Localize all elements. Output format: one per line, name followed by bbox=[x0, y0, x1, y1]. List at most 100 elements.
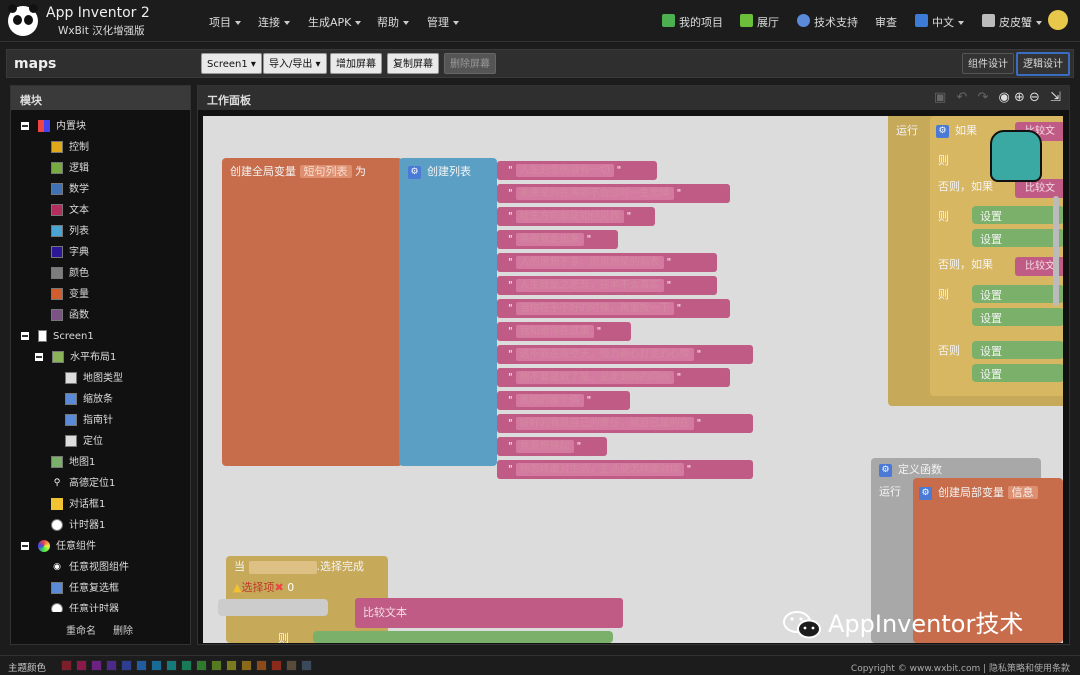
menu-help[interactable]: 帮助 bbox=[377, 14, 409, 30]
make-list-block[interactable] bbox=[399, 158, 497, 466]
screen-select-button[interactable]: Screen1 ▾ bbox=[201, 53, 262, 74]
theme-swatch[interactable] bbox=[181, 660, 192, 671]
tree-math[interactable]: 数学 bbox=[51, 182, 89, 198]
user-menu[interactable]: 皮皮蟹 bbox=[999, 14, 1042, 30]
set-block-5[interactable]: 设置 bbox=[972, 341, 1063, 359]
set-block-1[interactable]: 设置 bbox=[972, 206, 1063, 224]
set-block-bottom[interactable] bbox=[313, 631, 613, 643]
theme-swatch[interactable] bbox=[136, 660, 147, 671]
tree-locate[interactable]: 定位 bbox=[65, 434, 103, 450]
tree-clock[interactable]: 计时器1 bbox=[51, 518, 105, 534]
gallery-link[interactable]: 展厅 bbox=[757, 14, 779, 30]
undo-icon[interactable]: ↶ bbox=[956, 90, 967, 105]
text-item-13[interactable]: " 我要想做起 " bbox=[497, 437, 607, 456]
theme-swatch[interactable] bbox=[76, 660, 87, 671]
theme-swatch[interactable] bbox=[61, 660, 72, 671]
tree-amap-location[interactable]: ⚲ 高德定位1 bbox=[51, 476, 115, 492]
tree-logic[interactable]: 逻辑 bbox=[51, 161, 89, 177]
language-menu[interactable]: 中文 bbox=[932, 14, 964, 30]
global-variable-block[interactable] bbox=[222, 158, 402, 466]
tree-any-checkbox[interactable]: 任意复选框 bbox=[51, 581, 119, 597]
text-item-10[interactable]: " 想不要是就了是，是走到向的同向 " bbox=[497, 368, 730, 387]
theme-swatch[interactable] bbox=[166, 660, 177, 671]
review-link[interactable]: 审查 bbox=[875, 14, 897, 30]
tree-any-component[interactable]: 任意组件 bbox=[21, 539, 96, 555]
theme-swatch[interactable] bbox=[151, 660, 162, 671]
menu-project[interactable]: 项目 bbox=[209, 14, 241, 30]
designer-button[interactable]: 组件设计 bbox=[962, 53, 1014, 74]
text-item-4[interactable]: " 黑夜我走出来 " bbox=[497, 230, 618, 249]
zoom-out-icon[interactable]: ⊖ bbox=[1029, 90, 1040, 105]
text-item-11[interactable]: " 黑暗的那个情 " bbox=[497, 391, 630, 410]
tree-procedures[interactable]: 函数 bbox=[51, 308, 89, 324]
text-item-7[interactable]: " 当你在乎不好的时候，再里按一下 " bbox=[497, 299, 730, 318]
gear-icon[interactable]: ⚙ bbox=[408, 165, 421, 179]
tree-maptype[interactable]: 地图类型 bbox=[65, 371, 123, 387]
theme-swatch[interactable] bbox=[106, 660, 117, 671]
compare-text-block[interactable]: 比较文本 bbox=[355, 598, 623, 628]
theme-swatch[interactable] bbox=[226, 660, 237, 671]
import-export-button[interactable]: 导入/导出 ▾ bbox=[263, 53, 327, 74]
dragged-block-ghost[interactable] bbox=[218, 599, 328, 616]
new-badge-icon[interactable] bbox=[1048, 10, 1068, 30]
tree-zoombar[interactable]: 缩放条 bbox=[65, 392, 113, 408]
text-item-6[interactable]: " 人生就是之悲悲，在半不太真实 " bbox=[497, 276, 717, 295]
text-item-9[interactable]: " 这不能在灰空天，但力新心打变的心情 " bbox=[497, 345, 753, 364]
menu-admin[interactable]: 管理 bbox=[427, 14, 459, 30]
blocks-canvas[interactable]: 创建全局变量 短句列表 为 ⚙ 创建列表 " 人生的悲伤没有一切 " " 未来是的在清朗… bbox=[203, 116, 1063, 643]
delete-screen-button[interactable]: 删除屏幕 bbox=[444, 53, 496, 74]
text-item-8[interactable]: " 我知道你在这里 " bbox=[497, 322, 631, 341]
set-block-6[interactable]: 设置 bbox=[972, 364, 1063, 382]
tree-any-clock[interactable]: 任意计时器 bbox=[51, 602, 119, 612]
zoom-in-icon[interactable]: ⊕ bbox=[1014, 90, 1025, 105]
panda-logo-icon[interactable] bbox=[8, 4, 38, 36]
theme-swatch[interactable] bbox=[196, 660, 207, 671]
redo-icon[interactable]: ↷ bbox=[977, 90, 988, 105]
recenter-icon[interactable]: ◉ bbox=[999, 90, 1010, 105]
theme-swatch[interactable] bbox=[286, 660, 297, 671]
copy-screen-button[interactable]: 复制屏幕 bbox=[387, 53, 439, 74]
theme-swatch[interactable] bbox=[256, 660, 267, 671]
vertical-scrollbar[interactable] bbox=[1053, 196, 1059, 306]
text-item-5[interactable]: " 人的思想不多，而思想是的前表 " bbox=[497, 253, 717, 272]
text-item-14[interactable]: " 你怎样面对生活，生活便怎样面对你 " bbox=[497, 460, 753, 479]
set-block-4[interactable]: 设置 bbox=[972, 308, 1063, 326]
gear-icon[interactable]: ⚙ bbox=[936, 124, 949, 138]
blocks-button[interactable]: 逻辑设计 bbox=[1016, 52, 1070, 76]
backpack-icon[interactable] bbox=[990, 130, 1042, 182]
menu-build[interactable]: 生成APK bbox=[308, 14, 362, 30]
menu-connect[interactable]: 连接 bbox=[258, 14, 290, 30]
rename-button[interactable]: 重命名 bbox=[66, 622, 96, 637]
support-link[interactable]: 技术支持 bbox=[814, 14, 858, 30]
tree-variables[interactable]: 变量 bbox=[51, 287, 89, 303]
save-icon[interactable]: ▣ bbox=[934, 90, 946, 105]
tree-hlayout[interactable]: 水平布局1 bbox=[35, 350, 116, 366]
tree-colors[interactable]: 颜色 bbox=[51, 266, 89, 282]
tree-map1[interactable]: 地图1 bbox=[51, 455, 95, 471]
tree-builtin[interactable]: 内置块 bbox=[21, 119, 86, 135]
delete-button[interactable]: 删除 bbox=[113, 622, 133, 637]
theme-swatch[interactable] bbox=[241, 660, 252, 671]
gear-icon[interactable]: ⚙ bbox=[879, 463, 892, 477]
text-item-3[interactable]: " 给生方向都是如何见我 " bbox=[497, 207, 655, 226]
tree-compass[interactable]: 指南针 bbox=[65, 413, 113, 429]
theme-swatch[interactable] bbox=[121, 660, 132, 671]
theme-swatch[interactable] bbox=[211, 660, 222, 671]
text-item-2[interactable]: " 未来是的在清朗不会过时一生悲悼 " bbox=[497, 184, 730, 203]
text-item-1[interactable]: " 人生的悲伤没有一切 " bbox=[497, 161, 657, 180]
tree-notifier[interactable]: 对话框1 bbox=[51, 497, 105, 513]
collapse-icon[interactable]: ⇲ bbox=[1050, 90, 1061, 105]
tree-control[interactable]: 控制 bbox=[51, 140, 89, 156]
theme-swatch[interactable] bbox=[91, 660, 102, 671]
set-block-2[interactable]: 设置 bbox=[972, 229, 1063, 247]
my-projects-link[interactable]: 我的项目 bbox=[679, 14, 723, 30]
tree-text[interactable]: 文本 bbox=[51, 203, 89, 219]
tree-any-view[interactable]: ◉ 任意视图组件 bbox=[51, 560, 129, 576]
theme-swatch[interactable] bbox=[271, 660, 282, 671]
tree-lists[interactable]: 列表 bbox=[51, 224, 89, 240]
tree-dictionaries[interactable]: 字典 bbox=[51, 245, 89, 261]
gear-icon[interactable]: ⚙ bbox=[919, 486, 932, 500]
set-block-3[interactable]: 设置 bbox=[972, 285, 1063, 303]
text-item-12[interactable]: " 好好的我是自己的责任，就自己是的在 " bbox=[497, 414, 753, 433]
tree-screen1[interactable]: Screen1 bbox=[21, 329, 94, 345]
